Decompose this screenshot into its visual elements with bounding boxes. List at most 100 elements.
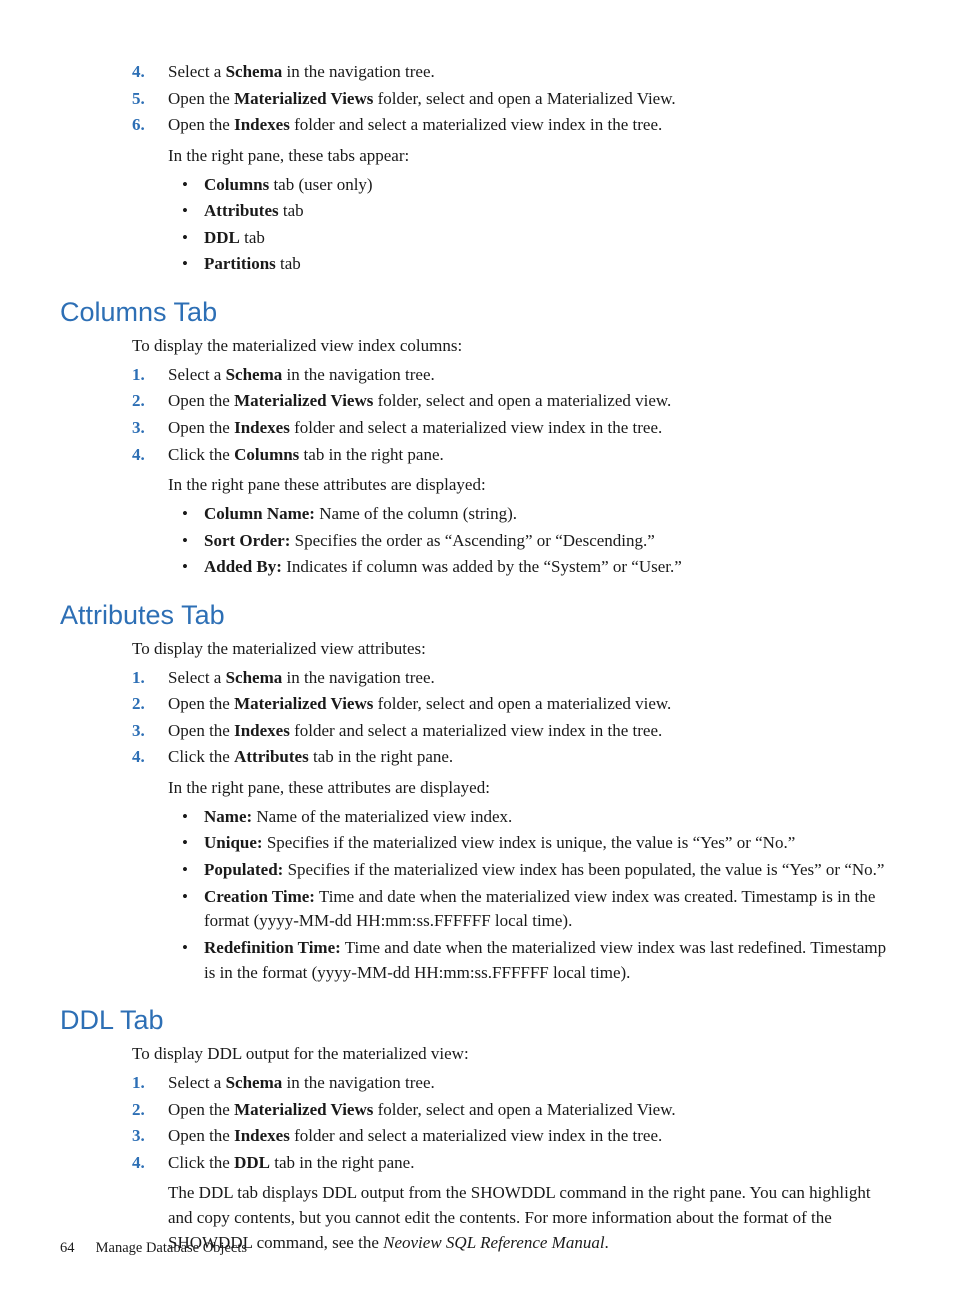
step-text: Open the Indexes folder and select a mat… xyxy=(168,113,894,138)
section-body: To display the materialized view index c… xyxy=(132,334,894,580)
list-item: 4.Click the Attributes tab in the right … xyxy=(132,745,894,770)
bullet-text: Partitions tab xyxy=(204,252,894,277)
list-item: •Redefinition Time: Time and date when t… xyxy=(182,936,894,985)
list-item: 1.Select a Schema in the navigation tree… xyxy=(132,363,894,388)
bullet-icon: • xyxy=(182,805,204,830)
step-number: 4. xyxy=(132,60,168,85)
bullet-icon: • xyxy=(182,173,204,198)
step-number: 2. xyxy=(132,1098,168,1123)
step-number: 4. xyxy=(132,1151,168,1176)
section-heading: DDL Tab xyxy=(60,1005,894,1036)
list-item: •Added By: Indicates if column was added… xyxy=(182,555,894,580)
list-item: 3.Open the Indexes folder and select a m… xyxy=(132,1124,894,1149)
bullet-list: •Columns tab (user only)•Attributes tab•… xyxy=(168,173,894,278)
page-footer: 64 Manage Database Objects xyxy=(60,1240,247,1257)
section-after-text: In the right pane these attributes are d… xyxy=(168,473,894,498)
numbered-list: 1.Select a Schema in the navigation tree… xyxy=(132,363,894,468)
bullet-icon: • xyxy=(182,199,204,224)
step-number: 1. xyxy=(132,1071,168,1096)
step-number: 4. xyxy=(132,443,168,468)
footer-title: Manage Database Objects xyxy=(96,1240,247,1256)
step-text: Open the Indexes folder and select a mat… xyxy=(168,1124,894,1149)
bullet-icon: • xyxy=(182,252,204,277)
bullet-text: Redefinition Time: Time and date when th… xyxy=(204,936,894,985)
list-item: 2.Open the Materialized Views folder, se… xyxy=(132,1098,894,1123)
step-text: Select a Schema in the navigation tree. xyxy=(168,666,894,691)
bullet-text: Attributes tab xyxy=(204,199,894,224)
list-item: •Attributes tab xyxy=(182,199,894,224)
step-text: Click the DDL tab in the right pane. xyxy=(168,1151,894,1176)
list-item: 3.Open the Indexes folder and select a m… xyxy=(132,416,894,441)
step-text: Select a Schema in the navigation tree. xyxy=(168,1071,894,1096)
list-item: 1.Select a Schema in the navigation tree… xyxy=(132,1071,894,1096)
list-item: 4.Click the DDL tab in the right pane. xyxy=(132,1151,894,1176)
section-intro: To display the materialized view index c… xyxy=(132,334,894,359)
bullet-icon: • xyxy=(182,555,204,580)
list-item: 1.Select a Schema in the navigation tree… xyxy=(132,666,894,691)
step-text: Open the Materialized Views folder, sele… xyxy=(168,692,894,717)
step-number: 6. xyxy=(132,113,168,138)
bullet-icon: • xyxy=(182,936,204,985)
step-text: Open the Materialized Views folder, sele… xyxy=(168,87,894,112)
section-intro: To display DDL output for the materializ… xyxy=(132,1042,894,1067)
bullet-icon: • xyxy=(182,502,204,527)
bullet-text: Populated: Specifies if the materialized… xyxy=(204,858,894,883)
section-body: To display DDL output for the materializ… xyxy=(132,1042,894,1255)
step-number: 2. xyxy=(132,692,168,717)
page: 4.Select a Schema in the navigation tree… xyxy=(0,0,954,1299)
list-item: •Creation Time: Time and date when the m… xyxy=(182,885,894,934)
step-number: 1. xyxy=(132,363,168,388)
list-item: •Partitions tab xyxy=(182,252,894,277)
list-item: •Column Name: Name of the column (string… xyxy=(182,502,894,527)
step-number: 3. xyxy=(132,416,168,441)
step-text: Open the Indexes folder and select a mat… xyxy=(168,416,894,441)
top-after-text: In the right pane, these tabs appear: xyxy=(168,144,894,169)
bullet-text: Unique: Specifies if the materialized vi… xyxy=(204,831,894,856)
step-text: Open the Materialized Views folder, sele… xyxy=(168,389,894,414)
list-item: •Unique: Specifies if the materialized v… xyxy=(182,831,894,856)
sections-container: Columns TabTo display the materialized v… xyxy=(60,297,894,1255)
list-item: •Sort Order: Specifies the order as “Asc… xyxy=(182,529,894,554)
list-item: •Name: Name of the materialized view ind… xyxy=(182,805,894,830)
bullet-text: DDL tab xyxy=(204,226,894,251)
bullet-list: •Name: Name of the materialized view ind… xyxy=(168,805,894,985)
step-number: 5. xyxy=(132,87,168,112)
page-number: 64 xyxy=(60,1240,92,1257)
section-after-text: In the right pane, these attributes are … xyxy=(168,776,894,801)
step-text: Open the Indexes folder and select a mat… xyxy=(168,719,894,744)
bullet-text: Name: Name of the materialized view inde… xyxy=(204,805,894,830)
numbered-list: 1.Select a Schema in the navigation tree… xyxy=(132,666,894,771)
step-text: Click the Columns tab in the right pane. xyxy=(168,443,894,468)
bullet-icon: • xyxy=(182,885,204,934)
step-text: Click the Attributes tab in the right pa… xyxy=(168,745,894,770)
list-item: •Populated: Specifies if the materialize… xyxy=(182,858,894,883)
bullet-text: Added By: Indicates if column was added … xyxy=(204,555,894,580)
bullet-icon: • xyxy=(182,226,204,251)
bullet-text: Creation Time: Time and date when the ma… xyxy=(204,885,894,934)
list-item: 5.Open the Materialized Views folder, se… xyxy=(132,87,894,112)
bullet-icon: • xyxy=(182,831,204,856)
bullet-text: Columns tab (user only) xyxy=(204,173,894,198)
top-steps-block: 4.Select a Schema in the navigation tree… xyxy=(132,60,894,277)
bullet-text: Sort Order: Specifies the order as “Asce… xyxy=(204,529,894,554)
list-item: 4.Click the Columns tab in the right pan… xyxy=(132,443,894,468)
list-item: •DDL tab xyxy=(182,226,894,251)
step-text: Select a Schema in the navigation tree. xyxy=(168,60,894,85)
bullet-text: Column Name: Name of the column (string)… xyxy=(204,502,894,527)
list-item: 4.Select a Schema in the navigation tree… xyxy=(132,60,894,85)
section-intro: To display the materialized view attribu… xyxy=(132,637,894,662)
step-number: 1. xyxy=(132,666,168,691)
numbered-list: 4.Select a Schema in the navigation tree… xyxy=(132,60,894,138)
step-number: 4. xyxy=(132,745,168,770)
numbered-list: 1.Select a Schema in the navigation tree… xyxy=(132,1071,894,1176)
list-item: 2.Open the Materialized Views folder, se… xyxy=(132,389,894,414)
step-number: 3. xyxy=(132,719,168,744)
bullet-list: •Column Name: Name of the column (string… xyxy=(168,502,894,580)
step-number: 2. xyxy=(132,389,168,414)
step-text: Select a Schema in the navigation tree. xyxy=(168,363,894,388)
step-text: Open the Materialized Views folder, sele… xyxy=(168,1098,894,1123)
bullet-icon: • xyxy=(182,858,204,883)
list-item: 6.Open the Indexes folder and select a m… xyxy=(132,113,894,138)
list-item: 2.Open the Materialized Views folder, se… xyxy=(132,692,894,717)
bullet-icon: • xyxy=(182,529,204,554)
